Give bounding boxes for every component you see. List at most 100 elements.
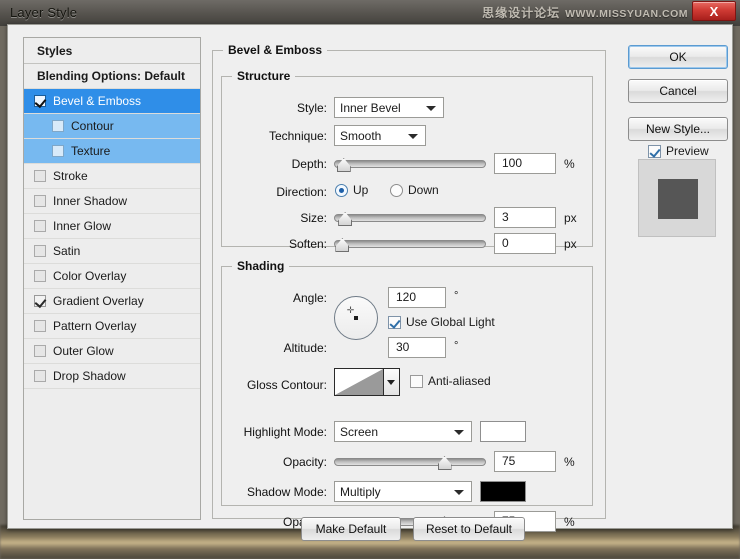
style-enable-checkbox[interactable] — [34, 345, 46, 357]
soften-label: Soften: — [288, 237, 327, 251]
depth-slider-track — [334, 160, 486, 168]
highlight-mode-select[interactable]: Screen — [334, 421, 472, 442]
style-list-item[interactable]: Inner Shadow — [24, 189, 200, 214]
style-list-item-label: Blending Options: Default — [37, 69, 185, 83]
style-enable-checkbox[interactable] — [34, 245, 46, 257]
gloss-contour-label: Gloss Contour: — [246, 378, 327, 392]
style-enable-checkbox[interactable] — [34, 370, 46, 382]
ok-button[interactable]: OK — [628, 45, 728, 69]
shadow-mode-select[interactable]: Multiply — [334, 481, 472, 502]
reset-to-default-button[interactable]: Reset to Default — [413, 517, 525, 541]
use-global-light-label: Use Global Light — [406, 315, 495, 329]
preview-swatch — [658, 179, 698, 219]
style-enable-checkbox[interactable] — [34, 270, 46, 282]
style-list-item-label: Inner Glow — [53, 219, 112, 233]
shadow-mode-value: Multiply — [340, 484, 381, 499]
style-list-item-label: Contour — [71, 119, 114, 133]
size-slider-track — [334, 214, 486, 222]
technique-select[interactable]: Smooth — [334, 125, 426, 146]
style-list-item[interactable]: Texture — [24, 139, 200, 164]
preview-thumbnail — [638, 159, 716, 237]
watermark: 思缘设计论坛 WWW.MISSYUAN.COM — [482, 4, 688, 21]
style-list-item[interactable]: Bevel & Emboss — [24, 89, 200, 114]
highlight-opacity-input[interactable]: 75 — [494, 451, 556, 472]
highlight-color-swatch[interactable] — [480, 421, 526, 442]
gloss-contour-swatch[interactable] — [334, 368, 384, 396]
depth-unit: % — [564, 157, 575, 171]
size-input[interactable]: 3 — [494, 207, 556, 228]
style-list-item[interactable]: Stroke — [24, 164, 200, 189]
style-list-item[interactable]: Drop Shadow — [24, 364, 200, 389]
style-list-item[interactable]: Blending Options: Default — [24, 64, 200, 89]
style-enable-checkbox[interactable] — [52, 145, 64, 157]
direction-up-radio[interactable]: Up — [335, 183, 368, 197]
shadow-color-swatch[interactable] — [480, 481, 526, 502]
close-button[interactable]: X — [692, 1, 736, 21]
anti-aliased-checkbox[interactable]: Anti-aliased — [410, 374, 491, 388]
altitude-input[interactable]: 30 — [388, 337, 446, 358]
dialog-actions: OK Cancel New Style... Preview — [616, 37, 736, 520]
checkbox-icon — [388, 315, 401, 329]
highlight-opacity-track — [334, 458, 486, 466]
style-enable-checkbox[interactable] — [34, 220, 46, 232]
depth-input[interactable]: 100 — [494, 153, 556, 174]
direction-down-label: Down — [408, 183, 439, 197]
style-enable-checkbox[interactable] — [52, 120, 64, 132]
direction-label: Direction: — [276, 185, 327, 199]
technique-select-value: Smooth — [340, 128, 382, 143]
style-list-item[interactable]: Outer Glow — [24, 339, 200, 364]
checkbox-icon — [410, 374, 423, 388]
size-label: Size: — [300, 211, 327, 225]
size-slider[interactable] — [334, 208, 486, 228]
chevron-down-icon — [387, 380, 395, 385]
style-list-item[interactable]: Inner Glow — [24, 214, 200, 239]
angle-input[interactable]: 120 — [388, 287, 446, 308]
style-list-item-label: Drop Shadow — [53, 369, 126, 383]
style-select-value: Inner Bevel — [340, 100, 401, 115]
style-enable-checkbox[interactable] — [34, 195, 46, 207]
checkbox-icon — [648, 144, 661, 158]
gloss-contour-dropdown[interactable] — [384, 368, 400, 396]
style-enable-checkbox[interactable] — [34, 320, 46, 332]
structure-group-title: Structure — [237, 69, 291, 83]
new-style-button[interactable]: New Style... — [628, 117, 728, 141]
cancel-button[interactable]: Cancel — [628, 79, 728, 103]
style-select[interactable]: Inner Bevel — [334, 97, 444, 118]
soften-slider-track — [334, 240, 486, 248]
depth-slider[interactable] — [334, 154, 486, 174]
soften-unit: px — [564, 237, 577, 251]
direction-down-radio[interactable]: Down — [390, 183, 439, 197]
style-label: Style: — [296, 101, 327, 115]
angle-marker-icon: ✛ — [346, 305, 355, 315]
soften-slider[interactable] — [334, 234, 486, 254]
angle-label: Angle: — [292, 291, 327, 305]
layer-style-dialog: Styles Blending Options: Default Bevel & … — [7, 24, 736, 541]
style-enable-checkbox[interactable] — [34, 295, 46, 307]
style-enable-checkbox[interactable] — [34, 95, 46, 107]
highlight-opacity-slider[interactable] — [334, 452, 486, 472]
altitude-label: Altitude: — [283, 341, 327, 355]
styles-header: Styles — [24, 38, 200, 64]
watermark-url-text: WWW.MISSYUAN.COM — [565, 8, 688, 20]
use-global-light-checkbox[interactable]: Use Global Light — [388, 315, 495, 329]
style-list-item-label: Inner Shadow — [53, 194, 128, 208]
preview-checkbox[interactable]: Preview — [648, 144, 709, 158]
size-unit: px — [564, 211, 577, 225]
shadow-mode-label: Shadow Mode: — [246, 485, 327, 499]
style-list-item-label: Bevel & Emboss — [53, 94, 142, 108]
highlight-mode-value: Screen — [340, 424, 379, 439]
shading-group: Shading Angle: ✛ 120 ° Use Global Light … — [221, 259, 593, 532]
style-list-item[interactable]: Color Overlay — [24, 264, 200, 289]
style-list-item[interactable]: Pattern Overlay — [24, 314, 200, 339]
style-list-item[interactable]: Satin — [24, 239, 200, 264]
angle-dial[interactable]: ✛ — [334, 296, 378, 340]
soften-input[interactable]: 0 — [494, 233, 556, 254]
style-list-item[interactable]: Contour — [24, 114, 200, 139]
style-enable-checkbox[interactable] — [34, 170, 46, 182]
style-list-item-label: Pattern Overlay — [53, 319, 137, 333]
make-default-button[interactable]: Make Default — [301, 517, 401, 541]
shadow-opacity-unit: % — [564, 515, 575, 529]
depth-label: Depth: — [291, 157, 327, 171]
bevel-emboss-group-title: Bevel & Emboss — [228, 43, 323, 57]
style-list-item[interactable]: Gradient Overlay — [24, 289, 200, 314]
